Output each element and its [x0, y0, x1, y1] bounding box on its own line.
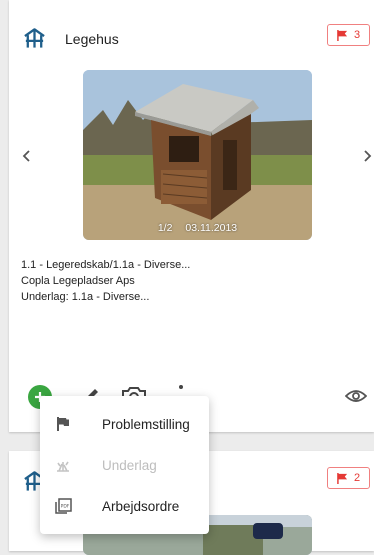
photo-counter: 1/2 [157, 222, 173, 234]
flag-count-badge[interactable]: 3 [327, 24, 370, 46]
flag-icon [337, 29, 348, 41]
svg-text:PDF: PDF [61, 504, 70, 510]
menu-item-problemstilling[interactable]: Problemstilling [40, 406, 209, 442]
detail-surface: Underlag: 1.1a - Diverse... [21, 291, 150, 303]
flag-icon [57, 417, 69, 431]
inspection-card: Legehus 3 1/2 03.11.2013 1.1 - Legeredsk… [9, 0, 374, 432]
photo-date: 03.11.2013 [185, 222, 238, 234]
flag-count-badge[interactable]: 2 [327, 467, 370, 489]
menu-item-underlag: Underlag [40, 447, 209, 483]
flag-count: 2 [353, 472, 361, 484]
photo-carousel[interactable]: 1/2 03.11.2013 [83, 70, 312, 240]
card-title: Legehus [65, 31, 119, 47]
add-menu: Problemstilling Underlag PDF Arbejdsordr… [40, 396, 209, 534]
detail-supplier: Copla Legepladser Aps [21, 275, 135, 287]
detail-category: 1.1 - Legeredskab/1.1a - Diverse... [21, 259, 191, 271]
photo-caption: 1/2 03.11.2013 [83, 222, 312, 234]
ground-icon [57, 461, 69, 472]
menu-item-arbejdsordre[interactable]: PDF Arbejdsordre [40, 488, 209, 524]
card-details: 1.1 - Legeredskab/1.1a - Diverse... Copl… [21, 257, 190, 305]
playhouse-photo [83, 70, 312, 240]
next-photo-icon[interactable] [361, 148, 373, 164]
previous-photo-icon[interactable] [21, 148, 33, 164]
pdf-icon: PDF [55, 498, 72, 514]
playground-icon [24, 28, 45, 48]
menu-item-label: Arbejdsordre [102, 499, 180, 514]
flag-icon [337, 472, 348, 484]
flag-count: 3 [353, 29, 361, 41]
menu-item-label: Underlag [102, 458, 157, 473]
menu-item-label: Problemstilling [102, 417, 190, 432]
eye-icon[interactable] [345, 388, 367, 404]
